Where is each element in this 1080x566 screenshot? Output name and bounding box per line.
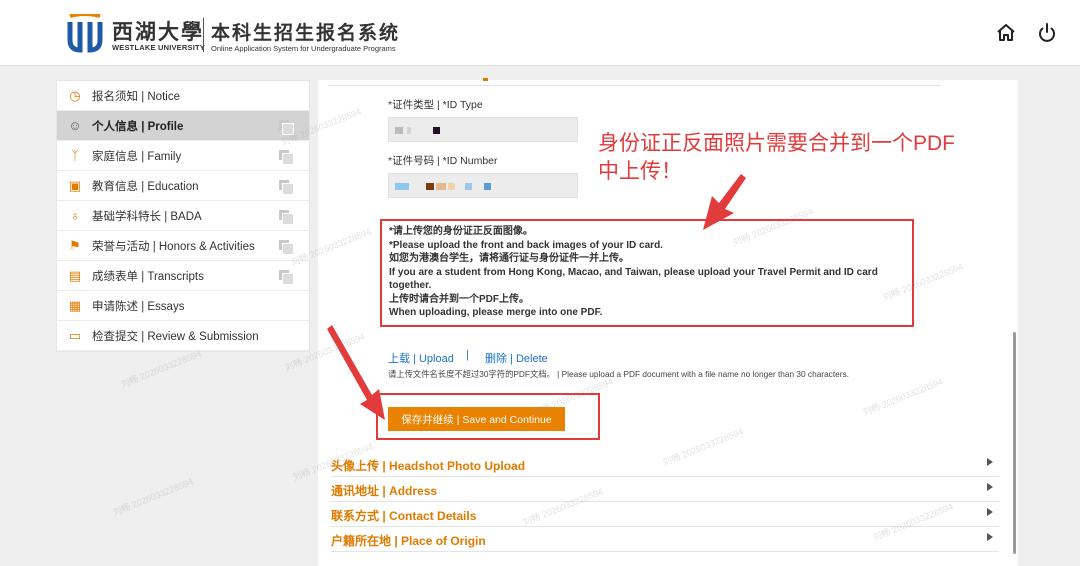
section-divider [328, 85, 940, 86]
chevron-right-icon [987, 508, 993, 516]
sidebar-item-label: 检查提交 | Review & Submission [92, 330, 259, 343]
copy-icon [279, 150, 294, 165]
sidebar-item-education[interactable]: ▣ 教育信息 | Education [57, 171, 309, 201]
sidebar-item-label: 家庭信息 | Family [92, 150, 182, 163]
sidebar-item-family[interactable]: ᛉ 家庭信息 | Family [57, 141, 309, 171]
sidebar-item-notice[interactable]: ◷ 报名须知 | Notice [57, 81, 309, 111]
redacted-mark [448, 183, 455, 190]
transcript-icon: ▤ [68, 267, 82, 283]
copy-icon [279, 240, 294, 255]
sidebar-item-profile[interactable]: ☺ 个人信息 | Profile [57, 111, 309, 141]
running-icon: ⚑ [69, 237, 81, 253]
section-title: 户籍所在地 | Place of Origin [331, 534, 486, 548]
section-title: 联系方式 | Contact Details [331, 509, 477, 523]
section-marker [483, 78, 488, 81]
chevron-right-icon [987, 533, 993, 541]
instruction-line: 上传时请合并到一个PDF上传。 [389, 293, 529, 305]
sidebar-item-bada[interactable]: ♁ 基础学科特长 | BADA [57, 201, 309, 231]
id-type-label: *证件类型 | *ID Type [388, 99, 483, 111]
sidebar-item-label: 申请陈述 | Essays [92, 300, 185, 313]
system-title-chinese: 本科生招生报名系统 [211, 22, 401, 44]
upload-instructions-box: *请上传您的身份证正反面图像。 *Please upload the front… [380, 219, 914, 327]
chevron-right-icon [987, 483, 993, 491]
sidebar-item-transcripts[interactable]: ▤ 成绩表单 | Transcripts [57, 261, 309, 291]
home-icon[interactable] [993, 20, 1019, 46]
annotation-text: 身份证正反面照片需要合并到一个PDF 中上传！ [598, 130, 998, 186]
sidebar-item-review[interactable]: ▭ 检查提交 | Review & Submission [57, 321, 309, 351]
sidebar-item-label: 成绩表单 | Transcripts [92, 270, 204, 283]
instruction-line: 如您为港澳台学生，请将通行证与身份证件一并上传。 [389, 253, 629, 264]
redacted-mark [484, 183, 491, 190]
upload-hint-text: 请上传文件名长度不超过30字符的PDF文档。 | Please upload a… [388, 369, 849, 379]
clock-icon: ◷ [69, 87, 81, 103]
logo-english-name: WESTLAKE UNIVERSITY [112, 43, 205, 52]
sidebar-item-essays[interactable]: ▦ 申请陈述 | Essays [57, 291, 309, 321]
annotation-line: 中上传！ [598, 160, 682, 183]
westlake-logo-icon [67, 14, 103, 53]
scrollbar-thumb[interactable] [1013, 332, 1016, 554]
upload-link[interactable]: 上载 | Upload [388, 350, 454, 366]
section-address[interactable]: 通讯地址 | Address [331, 477, 999, 502]
delete-link[interactable]: 删除 | Delete [485, 350, 548, 366]
scrollbar[interactable] [1011, 80, 1018, 566]
copy-icon [279, 210, 294, 225]
sidebar-item-label: 荣誉与活动 | Honors & Activities [92, 240, 255, 253]
copy-icon [279, 270, 294, 285]
sidebar-item-label: 个人信息 | Profile [92, 120, 184, 133]
app-header: 西湖大學 WESTLAKE UNIVERSITY 本科生招生报名系统 Onlin… [0, 0, 1080, 66]
sidebar-item-label: 教育信息 | Education [92, 180, 199, 193]
education-icon: ▣ [68, 177, 82, 193]
redacted-mark [426, 183, 434, 190]
instruction-line: When uploading, please merge into one PD… [389, 307, 603, 318]
watermark: 刘畅 2026033228594 [111, 476, 195, 518]
section-title: 头像上传 | Headshot Photo Upload [331, 459, 526, 473]
id-number-field[interactable] [388, 173, 578, 198]
section-title: 通讯地址 | Address [331, 484, 438, 498]
essay-icon: ▦ [68, 297, 82, 313]
id-number-label: *证件号码 | *ID Number [388, 155, 498, 167]
system-title-english: Online Application System for Undergradu… [211, 44, 396, 53]
annotation-line: 身份证正反面照片需要合并到一个PDF [598, 132, 955, 155]
redacted-mark [395, 127, 403, 134]
instruction-line: *Please upload the front and back images… [389, 239, 663, 251]
sidebar-nav: ◷ 报名须知 | Notice ☺ 个人信息 | Profile ᛉ 家庭信息 … [56, 80, 310, 352]
redacted-mark [465, 183, 472, 190]
link-separator: | [466, 349, 469, 361]
redacted-mark [407, 127, 411, 134]
power-icon[interactable] [1034, 20, 1060, 46]
redacted-mark [436, 183, 446, 190]
instruction-line: *请上传您的身份证正反面图像。 [389, 226, 533, 237]
sidebar-item-honors[interactable]: ⚑ 荣誉与活动 | Honors & Activities [57, 231, 309, 261]
id-type-field[interactable] [388, 117, 578, 142]
copy-icon [279, 180, 294, 195]
logo-chinese-name: 西湖大學 [112, 19, 204, 44]
chevron-right-icon [987, 458, 993, 466]
medal-icon: ♁ [70, 207, 80, 223]
user-icon: ☺ [68, 117, 82, 133]
review-icon: ▭ [68, 327, 82, 343]
instruction-line: If you are a student from Hong Kong, Mac… [389, 266, 878, 292]
sidebar-item-label: 报名须知 | Notice [92, 90, 180, 103]
redacted-mark [395, 183, 409, 190]
redacted-mark [433, 127, 440, 134]
sidebar-item-label: 基础学科特长 | BADA [92, 210, 202, 223]
header-divider [203, 18, 204, 52]
family-icon: ᛉ [71, 147, 79, 163]
watermark: 刘畅 2026033228594 [119, 348, 203, 390]
